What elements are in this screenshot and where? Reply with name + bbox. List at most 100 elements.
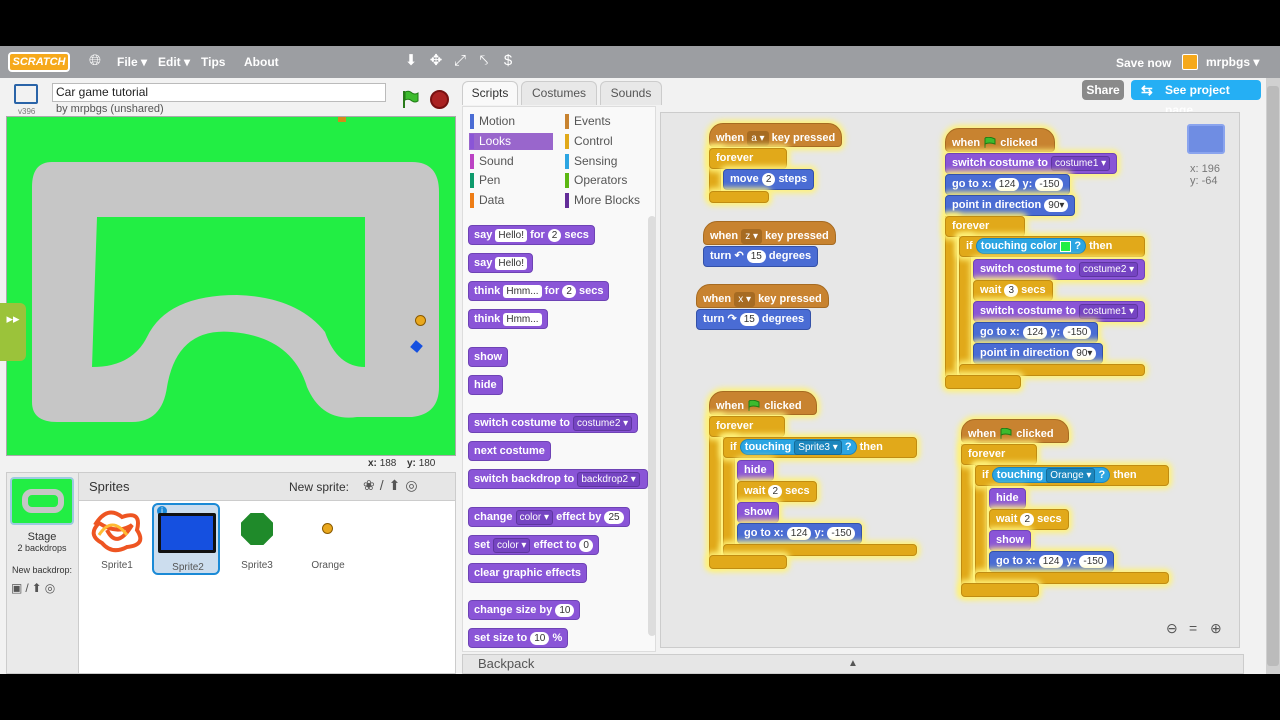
category-more-blocks[interactable]: More Blocks: [564, 192, 640, 209]
grow-icon[interactable]: ⤢: [452, 53, 468, 69]
zoom-in-icon[interactable]: ⊕: [1210, 620, 1222, 637]
block-think[interactable]: think Hmm...: [468, 309, 548, 329]
block-forever[interactable]: forever: [945, 216, 1025, 237]
user-avatar[interactable]: [1182, 54, 1198, 70]
duplicate-icon[interactable]: ⬇: [403, 53, 419, 69]
category-events[interactable]: Events: [564, 113, 611, 130]
new-sprite-icons[interactable]: ❀/⬆◎: [363, 477, 423, 494]
block-say[interactable]: say Hello!: [468, 253, 533, 273]
block-hide[interactable]: hide: [468, 375, 503, 395]
block-point-direction[interactable]: point in direction 90▾: [945, 195, 1076, 216]
script-area[interactable]: when a ▾ key pressed forever move 2 step…: [660, 112, 1240, 648]
see-project-page-button[interactable]: ⇆ See project page: [1131, 80, 1261, 117]
shrink-icon[interactable]: ⤣: [476, 53, 492, 69]
menu-edit[interactable]: Edit ▾: [158, 55, 190, 69]
tab-scripts[interactable]: Scripts: [462, 81, 518, 105]
block-forever[interactable]: forever: [709, 148, 787, 169]
block-switch-backdrop[interactable]: switch backdrop to backdrop2 ▾: [468, 469, 648, 489]
block-show[interactable]: show: [737, 502, 780, 523]
block-wait-secs[interactable]: wait 2 secs: [989, 509, 1069, 530]
sprite-tile-orange[interactable]: Orange: [294, 503, 362, 575]
block-set-size[interactable]: set size to 10 %: [468, 628, 569, 648]
backpack-bar[interactable]: Backpack ▲: [462, 654, 1244, 674]
green-flag-icon[interactable]: [400, 89, 420, 109]
category-operators[interactable]: Operators: [564, 172, 627, 189]
category-sound[interactable]: Sound: [469, 153, 514, 170]
block-if-then[interactable]: if touching Sprite3 ▾ ? then: [723, 437, 917, 458]
block-go-to-xy[interactable]: go to x: 124 y: -150: [989, 551, 1115, 572]
orange-sprite[interactable]: [415, 315, 426, 326]
block-wait-secs[interactable]: wait 3 secs: [973, 280, 1053, 301]
forever-arm: [945, 216, 957, 376]
block-go-to-xy[interactable]: go to x: 124 y: -150: [737, 523, 863, 544]
category-control[interactable]: Control: [564, 133, 613, 150]
block-forever[interactable]: forever: [709, 416, 785, 437]
hat-when-flag-clicked[interactable]: when clicked: [945, 128, 1055, 152]
stage-canvas[interactable]: [6, 116, 456, 456]
sprite-tile-sprite3[interactable]: Sprite3: [223, 503, 291, 575]
menu-file[interactable]: File ▾: [117, 55, 147, 69]
new-backdrop-icons[interactable]: ▣/⬆◎: [11, 581, 58, 595]
block-think-for-secs[interactable]: think Hmm... for 2 secs: [468, 281, 610, 301]
color-swatch[interactable]: [1060, 240, 1072, 252]
hat-when-key-pressed[interactable]: when x ▾ key pressed: [696, 284, 829, 308]
menu-about[interactable]: About: [244, 55, 279, 69]
block-switch-costume[interactable]: switch costume to costume1 ▾: [973, 301, 1146, 322]
block-next-costume[interactable]: next costume: [468, 441, 551, 461]
scratch-logo[interactable]: SCRATCH: [8, 52, 70, 72]
menu-tips[interactable]: Tips: [201, 55, 225, 69]
sprite-tile-sprite2[interactable]: i Sprite2: [152, 503, 220, 575]
palette-scrollbar[interactable]: [648, 216, 656, 636]
zoom-reset-icon[interactable]: =: [1189, 620, 1197, 636]
block-hide[interactable]: hide: [989, 488, 1026, 509]
hat-when-flag-clicked[interactable]: when clicked: [709, 391, 817, 415]
block-change-effect[interactable]: change color ▾ effect by 25: [468, 507, 630, 527]
globe-icon[interactable]: 🌐︎: [87, 53, 103, 69]
block-if-then[interactable]: if touching Orange ▾ ? then: [975, 465, 1169, 486]
category-pen[interactable]: Pen: [469, 172, 500, 189]
block-say-for-secs[interactable]: say Hello! for 2 secs: [468, 225, 595, 245]
block-show[interactable]: show: [989, 530, 1032, 551]
category-looks[interactable]: Looks: [469, 133, 553, 150]
stop-icon[interactable]: [430, 90, 449, 109]
block-turn-right[interactable]: turn ↷ 15 degrees: [696, 309, 812, 330]
tab-costumes[interactable]: Costumes: [521, 81, 597, 105]
sprite-tile-sprite1[interactable]: Sprite1: [83, 503, 151, 575]
tab-sounds[interactable]: Sounds: [600, 81, 662, 105]
block-forever[interactable]: forever: [961, 444, 1037, 465]
block-go-to-xy[interactable]: go to x: 124 y: -150: [945, 174, 1071, 195]
block-switch-costume[interactable]: switch costume to costume2 ▾: [973, 259, 1146, 280]
block-set-effect[interactable]: set color ▾ effect to 0: [468, 535, 599, 555]
hat-when-key-pressed[interactable]: when a ▾ key pressed: [709, 123, 843, 147]
help-icon[interactable]: $: [500, 53, 516, 69]
block-wait-secs[interactable]: wait 2 secs: [737, 481, 817, 502]
project-title-input[interactable]: Car game tutorial: [52, 83, 386, 102]
block-go-to-xy[interactable]: go to x: 124 y: -150: [973, 322, 1099, 343]
block-if-then[interactable]: if touching color ? then: [959, 236, 1145, 257]
zoom-out-icon[interactable]: ⊖: [1166, 620, 1178, 637]
hat-when-key-pressed[interactable]: when z ▾ key pressed: [703, 221, 836, 245]
share-button[interactable]: Share: [1082, 80, 1124, 100]
sprite1-edge[interactable]: [338, 117, 346, 122]
block-hide[interactable]: hide: [737, 460, 774, 481]
fullscreen-icon[interactable]: [14, 84, 38, 104]
block-turn-left[interactable]: turn ↶ 15 degrees: [703, 246, 819, 267]
stage-thumbnail[interactable]: [10, 477, 74, 525]
page-scrollbar-thumb[interactable]: [1267, 86, 1279, 666]
category-sensing[interactable]: Sensing: [564, 153, 617, 170]
block-switch-costume[interactable]: switch costume to costume1 ▾: [945, 153, 1118, 174]
category-data[interactable]: Data: [469, 192, 504, 209]
user-menu[interactable]: mrpbgs ▾: [1206, 55, 1259, 69]
block-switch-costume[interactable]: switch costume to costume2 ▾: [468, 413, 639, 433]
expand-arrow-icon[interactable]: ▲: [848, 655, 858, 673]
hat-when-flag-clicked[interactable]: when clicked: [961, 419, 1069, 443]
small-stage-toggle[interactable]: ▸▸: [0, 303, 26, 361]
block-move-steps[interactable]: move 2 steps: [723, 169, 815, 190]
block-show[interactable]: show: [468, 347, 509, 367]
cut-icon[interactable]: ✥: [428, 53, 444, 69]
block-clear-graphic-effects[interactable]: clear graphic effects: [468, 563, 587, 583]
save-now-link[interactable]: Save now: [1116, 56, 1171, 70]
category-motion[interactable]: Motion: [469, 113, 515, 130]
block-change-size[interactable]: change size by 10: [468, 600, 581, 620]
block-point-direction[interactable]: point in direction 90▾: [973, 343, 1104, 364]
